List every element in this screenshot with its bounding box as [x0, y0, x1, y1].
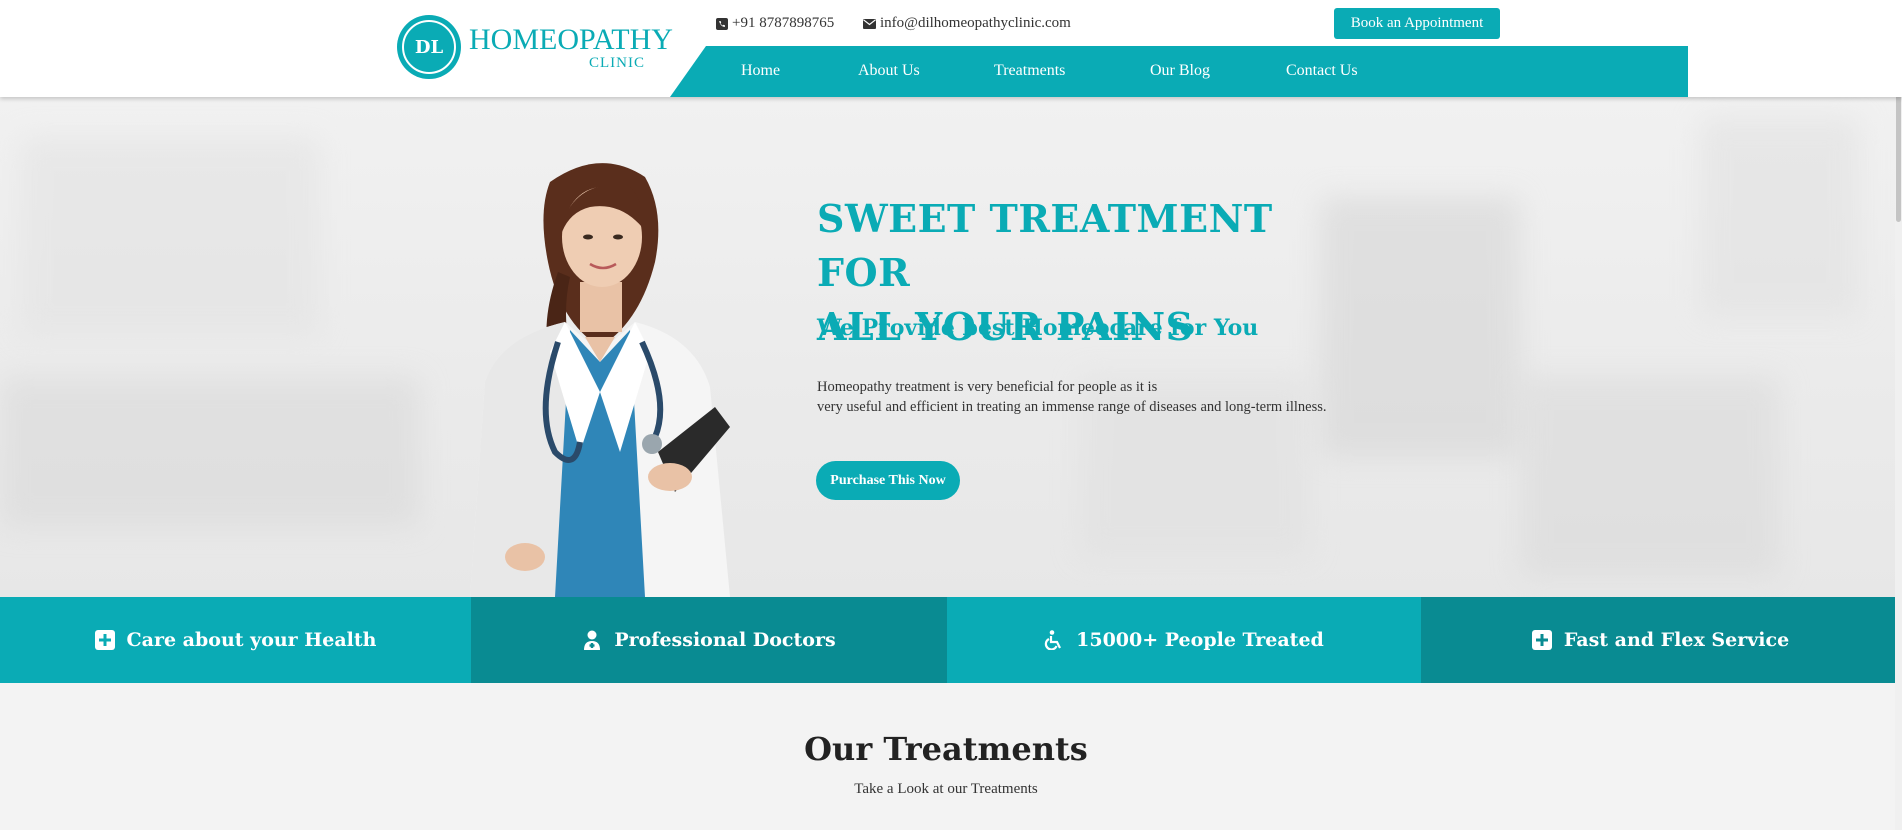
hero-description: Homeopathy treatment is very beneficial … [817, 377, 1437, 417]
nav-item-home[interactable]: Home [741, 62, 780, 80]
logo-subtitle: CLINIC [589, 55, 645, 71]
hero-title-line: SWEET TREATMENT FOR [817, 196, 1273, 295]
feature-care-health: Care about your Health [0, 597, 471, 683]
hero-text-line: very useful and efficient in treating an… [817, 399, 1327, 415]
feature-label: 15000+ People Treated [1076, 629, 1324, 651]
phone-number: +91 8787898765 [732, 15, 835, 31]
wheelchair-icon [1044, 630, 1062, 650]
treatments-title: Our Treatments [804, 730, 1088, 768]
hero-banner: SWEET TREATMENT FOR ALL YOUR PAINS We Pr… [0, 97, 1902, 597]
feature-people-treated: 15000+ People Treated [947, 597, 1421, 683]
plus-square-icon [94, 630, 115, 650]
feature-label: Professional Doctors [614, 629, 836, 651]
email-contact[interactable]: info@dilhomeopathyclinic.com [863, 15, 1071, 32]
book-appointment-button[interactable]: Book an Appointment [1334, 8, 1500, 39]
background-shape [1520, 377, 1780, 577]
hero-subtitle: We Provide best Homeocare for You [817, 315, 1259, 341]
site-logo[interactable]: DL HOMEOPATHY CLINIC [397, 13, 673, 85]
logo-mark-icon: DL [397, 15, 461, 79]
background-shape [1700, 117, 1860, 317]
nav-item-about-us[interactable]: About Us [858, 62, 920, 80]
hero-text-line: Homeopathy treatment is very beneficial … [817, 379, 1158, 395]
site-header: DL HOMEOPATHY CLINIC +91 8787898765 info… [0, 0, 1902, 97]
envelope-icon [863, 18, 876, 29]
doctor-icon [584, 630, 601, 650]
feature-fast-service: Fast and Flex Service [1421, 597, 1900, 683]
nav-item-our-blog[interactable]: Our Blog [1150, 62, 1210, 80]
main-nav: Home About Us Treatments Our Blog Contac… [670, 46, 1688, 97]
logo-title: HOMEOPATHY [469, 23, 673, 56]
nav-item-treatments[interactable]: Treatments [994, 62, 1065, 80]
logo-monogram: DL [402, 20, 456, 74]
phone-square-icon [716, 17, 728, 30]
background-shape [0, 377, 420, 527]
background-shape [20, 137, 320, 337]
email-address: info@dilhomeopathyclinic.com [880, 15, 1071, 31]
nav-item-contact-us[interactable]: Contact Us [1286, 62, 1358, 80]
treatments-subtitle: Take a Look at our Treatments [854, 781, 1038, 797]
feature-label: Fast and Flex Service [1563, 629, 1790, 651]
feature-label: Care about your Health [126, 629, 377, 651]
plus-square-icon [1531, 630, 1552, 650]
purchase-button[interactable]: Purchase This Now [816, 461, 960, 500]
phone-contact[interactable]: +91 8787898765 [716, 15, 834, 32]
feature-bar: Care about your Health Professional Doct… [0, 597, 1900, 683]
feature-professional-doctors: Professional Doctors [471, 597, 947, 683]
doctor-image [470, 163, 730, 597]
